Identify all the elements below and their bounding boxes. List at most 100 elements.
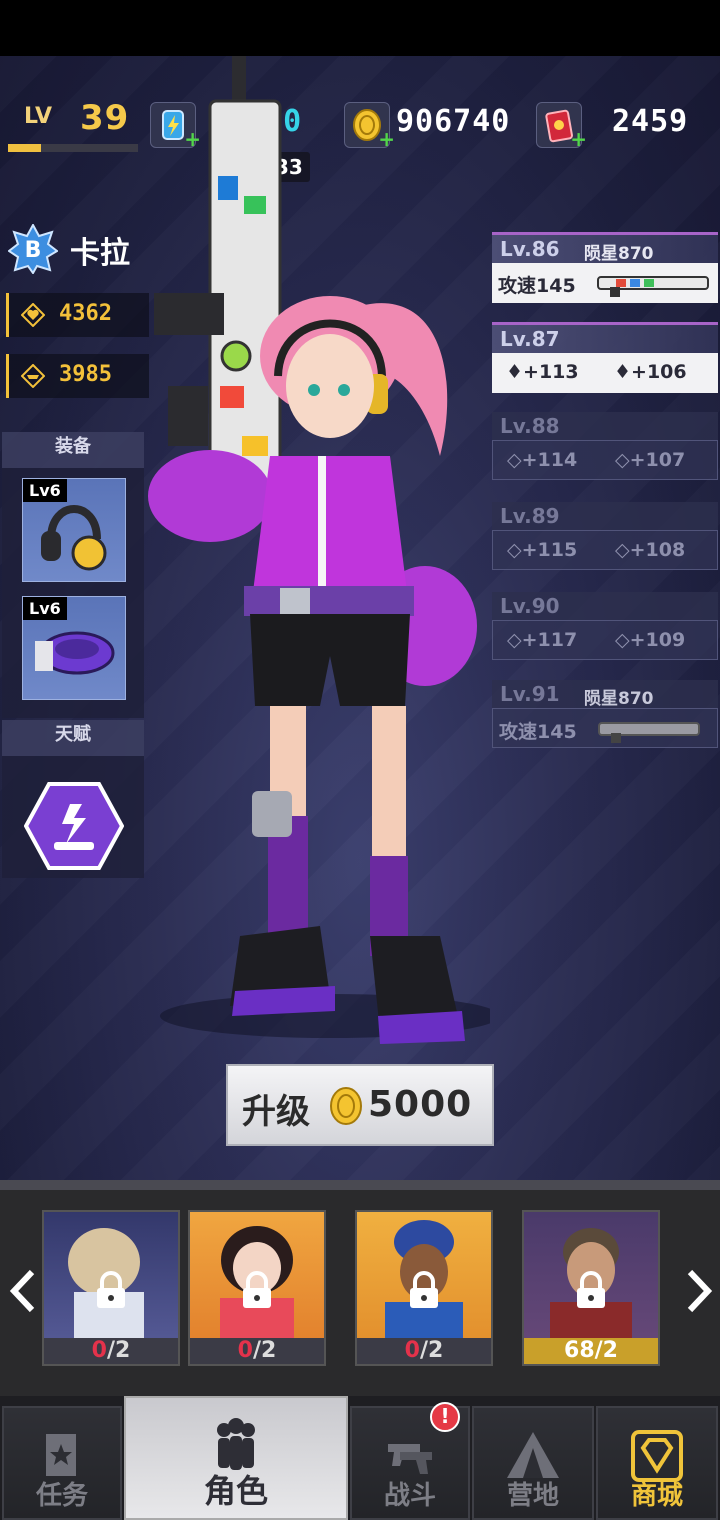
level-reward-89[interactable]: Lv.89 ◇+115 ◇+108: [492, 502, 718, 570]
lock-icon: [410, 1271, 438, 1308]
level-reward-header: Lv.88: [492, 412, 718, 440]
battle-alert-badge: !: [430, 1402, 460, 1432]
reward-level: Lv.89: [500, 504, 560, 528]
tab-label: 角色: [203, 1472, 268, 1510]
equipment-level: Lv6: [23, 597, 67, 620]
prev-arrow-icon[interactable]: [4, 1266, 44, 1316]
rifle-icon: [154, 56, 282, 503]
gem-value: 2459: [612, 104, 689, 139]
rifle-reward-icon: [598, 722, 700, 743]
roster-divider: [0, 1180, 720, 1190]
bottom-nav: 任务 角色 ! 战斗 营地 商城: [0, 1396, 720, 1520]
upgrade-cost: 5000: [368, 1084, 473, 1125]
reward-def-value: +109: [629, 629, 686, 651]
level-reward-88[interactable]: Lv.88 ◇+114 ◇+107: [492, 412, 718, 480]
tab-label: 任务: [35, 1481, 88, 1511]
hero-shard-count: 0/2: [44, 1338, 178, 1364]
character-name: 卡拉: [70, 236, 130, 271]
level-reward-header: Lv.89: [492, 502, 718, 530]
reward-attack-speed: 攻速145: [498, 275, 576, 297]
hp-value: 4362: [59, 301, 112, 326]
reward-def-value: +108: [629, 539, 686, 561]
reward-hp-value: +114: [521, 449, 578, 471]
level-reward-86[interactable]: Lv.86 陨星870 攻速145: [492, 232, 718, 303]
reward-level: Lv.86: [500, 237, 560, 261]
hp-stat: 4362: [6, 293, 149, 337]
level-label: LV: [24, 104, 53, 129]
game-screen: LV 39 + 6/60 + 906740 + 2459 00:3: [0, 56, 720, 1520]
reward-def: ◇+109: [615, 629, 686, 651]
hero-shard-count: 0/2: [357, 1338, 491, 1364]
next-arrow-icon[interactable]: [678, 1266, 718, 1316]
level-reward-body: 攻速145: [492, 708, 718, 748]
heart-icon: [21, 303, 45, 327]
equipment-level: Lv6: [23, 479, 67, 502]
reward-def-value: +106: [631, 361, 687, 383]
hero-card-2[interactable]: 0/2: [188, 1210, 326, 1366]
reward-level: Lv.87: [500, 327, 560, 351]
reward-def: ◇+108: [615, 539, 686, 561]
tab-missions[interactable]: 任务: [2, 1406, 122, 1520]
tab-camp[interactable]: 营地: [472, 1406, 594, 1520]
hero-card-1[interactable]: 0/2: [42, 1210, 180, 1366]
level-reward-header: Lv.86 陨星870: [492, 232, 718, 264]
reward-hp: ◇+117: [507, 629, 578, 651]
reward-level: Lv.90: [500, 594, 560, 618]
reward-level: Lv.88: [500, 414, 560, 438]
tab-characters[interactable]: 角色: [124, 1396, 348, 1520]
armor-icon: [21, 364, 45, 388]
add-gems-icon[interactable]: +: [570, 127, 587, 151]
talent-lightning-icon[interactable]: [24, 782, 124, 870]
tab-shop[interactable]: 商城: [596, 1406, 718, 1520]
level-reward-body: 攻速145: [492, 263, 718, 303]
level-reward-87[interactable]: Lv.87 ♦+113 ♦+106: [492, 322, 718, 393]
reward-def: ♦+106: [614, 361, 687, 383]
hero-shard-count: 0/2: [190, 1338, 324, 1364]
level-progress-fill: [8, 144, 41, 152]
talent-panel: [2, 756, 144, 878]
upgrade-label: 升级: [242, 1092, 310, 1132]
hero-card-4[interactable]: 68/2: [522, 1210, 660, 1366]
reward-hp-value: +115: [521, 539, 578, 561]
rank-letter: B: [25, 238, 42, 263]
player-level[interactable]: LV 39: [8, 96, 138, 152]
tab-label: 商城: [630, 1481, 683, 1511]
reward-weapon-name: 陨星870: [584, 689, 654, 709]
level-reward-91[interactable]: Lv.91 陨星870 攻速145: [492, 680, 718, 748]
upgrade-button[interactable]: 升级 5000: [226, 1064, 494, 1146]
talent-title: 天赋: [2, 720, 144, 756]
coin-icon: [330, 1087, 362, 1125]
hero-shard-count: 68/2: [524, 1338, 658, 1364]
defense-value: 3985: [59, 362, 112, 387]
level-reward-header: Lv.90: [492, 592, 718, 620]
level-reward-body: ◇+114 ◇+107: [492, 440, 718, 480]
level-reward-header: Lv.87: [492, 322, 718, 353]
lock-icon: [577, 1271, 605, 1308]
level-reward-body: ♦+113 ♦+106: [492, 353, 718, 393]
level-reward-90[interactable]: Lv.90 ◇+117 ◇+109: [492, 592, 718, 660]
reward-hp-value: +117: [521, 629, 578, 651]
reward-hp: ♦+113: [506, 361, 579, 383]
reward-hp: ◇+114: [507, 449, 578, 471]
rifle-reward-icon: [597, 276, 709, 297]
reward-level: Lv.91: [500, 682, 560, 706]
equipment-slot-collar[interactable]: Lv6: [22, 596, 126, 700]
defense-stat: 3985: [6, 354, 149, 398]
tab-battle[interactable]: ! 战斗: [350, 1402, 470, 1520]
equipment-panel: Lv6 Lv6: [2, 468, 144, 718]
reward-attack-speed: 攻速145: [499, 721, 577, 743]
lock-icon: [97, 1271, 125, 1308]
tab-label: 营地: [506, 1481, 559, 1511]
reward-def-value: +107: [629, 449, 686, 471]
hero-card-3[interactable]: 0/2: [355, 1210, 493, 1366]
level-reward-header: Lv.91 陨星870: [492, 680, 718, 709]
reward-weapon-name: 陨星870: [584, 244, 654, 264]
reward-hp-value: +113: [523, 361, 579, 383]
ruby-card-icon[interactable]: +: [536, 102, 587, 151]
equipment-slot-headphones[interactable]: Lv6: [22, 478, 126, 582]
tab-label: 战斗: [383, 1481, 436, 1511]
lock-icon: [243, 1271, 271, 1308]
level-reward-body: ◇+117 ◇+109: [492, 620, 718, 660]
reward-def: ◇+107: [615, 449, 686, 471]
gem-counter: + 2459: [536, 102, 716, 151]
